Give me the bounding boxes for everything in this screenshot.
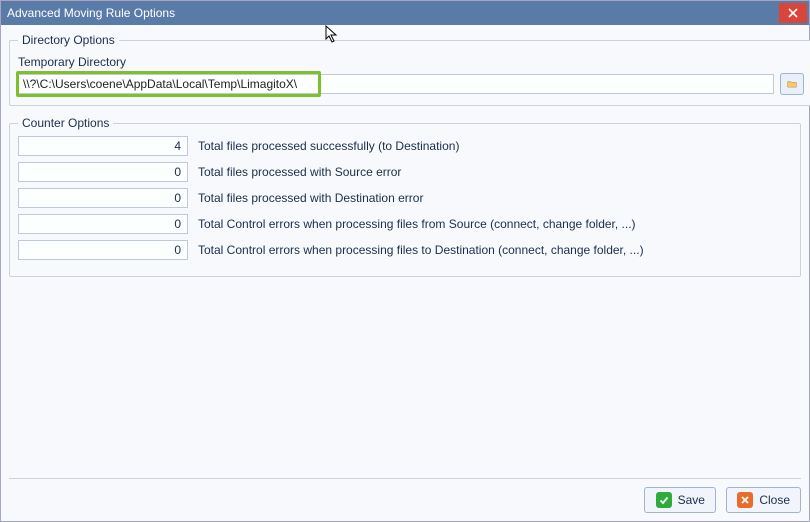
folder-icon: [787, 77, 797, 91]
title-bar: Advanced Moving Rule Options: [1, 1, 809, 25]
counter-row: Total files processed with Destination e…: [18, 188, 792, 208]
close-button-label: Close: [759, 493, 790, 507]
counter-value-input[interactable]: [18, 136, 188, 156]
x-icon: [737, 492, 753, 508]
counter-options-legend: Counter Options: [18, 116, 113, 130]
counter-row: Total Control errors when processing fil…: [18, 240, 792, 260]
counter-desc: Total Control errors when processing fil…: [198, 243, 644, 257]
check-icon: [656, 492, 672, 508]
browse-button[interactable]: [780, 73, 804, 95]
counter-value-input[interactable]: [18, 162, 188, 182]
directory-options-group: Directory Options Temporary Directory: [9, 33, 810, 106]
save-button-label: Save: [678, 493, 705, 507]
counter-options-group: Counter Options Total files processed su…: [9, 116, 801, 277]
temp-dir-input[interactable]: [18, 74, 774, 94]
window-title: Advanced Moving Rule Options: [7, 6, 777, 20]
counter-desc: Total files processed successfully (to D…: [198, 139, 459, 153]
window-close-button[interactable]: [779, 3, 807, 23]
counter-desc: Total files processed with Destination e…: [198, 191, 423, 205]
counter-row: Total files processed successfully (to D…: [18, 136, 792, 156]
counter-row: Total Control errors when processing fil…: [18, 214, 792, 234]
close-button[interactable]: Close: [726, 487, 801, 513]
directory-options-legend: Directory Options: [18, 33, 119, 47]
temp-dir-label: Temporary Directory: [18, 55, 804, 69]
close-icon: [788, 8, 798, 18]
counter-value-input[interactable]: [18, 214, 188, 234]
client-area: Directory Options Temporary Directory Co…: [1, 25, 809, 521]
counter-desc: Total Control errors when processing fil…: [198, 217, 636, 231]
save-button[interactable]: Save: [644, 487, 716, 513]
counter-desc: Total files processed with Source error: [198, 165, 401, 179]
counter-row: Total files processed with Source error: [18, 162, 792, 182]
counter-value-input[interactable]: [18, 188, 188, 208]
bottom-button-bar: Save Close: [9, 478, 801, 513]
counter-value-input[interactable]: [18, 240, 188, 260]
